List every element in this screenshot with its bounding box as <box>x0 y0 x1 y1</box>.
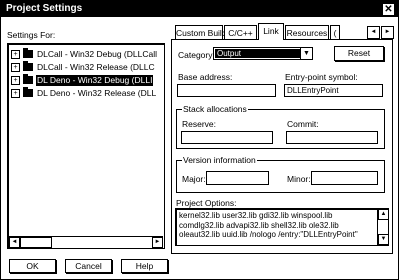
tree-item-label: DL Deno - Win32 Release (DLL <box>37 88 157 98</box>
scroll-up-button[interactable]: ▲ <box>378 209 389 220</box>
tab-c-cpp[interactable]: C/C++ <box>224 25 257 39</box>
vertical-scrollbar[interactable]: ▲ ▼ <box>377 209 389 245</box>
link-tab-panel: Category: Output ▼ Reset Base address: E… <box>171 39 393 254</box>
tab-link[interactable]: Link <box>258 23 284 40</box>
tab-partial[interactable]: ( <box>330 25 340 39</box>
title-bar[interactable]: Project Settings ✕ <box>1 1 398 17</box>
reset-button[interactable]: Reset <box>334 46 384 61</box>
minor-input[interactable] <box>311 171 378 185</box>
help-button[interactable]: Help <box>121 259 168 273</box>
close-button[interactable]: ✕ <box>382 3 395 16</box>
base-address-label: Base address: <box>178 72 233 82</box>
tab-scroll-left-button[interactable]: ◄ <box>367 26 380 39</box>
reserve-label: Reserve: <box>182 119 217 129</box>
project-options-label: Project Options: <box>176 198 237 208</box>
major-input[interactable] <box>206 171 269 185</box>
folder-icon <box>23 48 33 58</box>
settings-for-label: Settings For: <box>7 30 56 40</box>
tab-resources[interactable]: Resources <box>285 25 329 39</box>
scroll-left-button[interactable]: ◄ <box>9 237 20 248</box>
project-settings-dialog: Project Settings ✕ Settings For: + DLCal… <box>0 0 399 280</box>
scroll-thumb[interactable] <box>20 237 52 248</box>
stack-allocations-group: Stack allocations Reserve: Commit: <box>176 104 385 149</box>
folder-icon <box>23 61 33 71</box>
tab-custom-build[interactable]: Custom Build <box>175 25 227 39</box>
project-options-textarea[interactable]: kernel32.lib user32.lib gdi32.lib winspo… <box>175 208 389 246</box>
version-information-group: Version information Major: Minor: <box>176 155 385 193</box>
reserve-input[interactable] <box>181 131 273 144</box>
tree-item-label: DLCall - Win32 Release (DLLC <box>37 62 155 72</box>
scroll-right-button[interactable]: ► <box>152 237 163 248</box>
tab-scroll-right-button[interactable]: ► <box>381 26 394 39</box>
category-label: Category: <box>178 50 215 60</box>
entry-point-input[interactable]: DLLEntryPoint <box>284 84 383 97</box>
folder-icon <box>23 74 33 84</box>
commit-input[interactable] <box>286 131 378 144</box>
chevron-down-icon[interactable]: ▼ <box>300 48 312 59</box>
tree-item-label: DL Deno - Win32 Debug (DLLI <box>36 75 154 86</box>
expand-icon[interactable]: + <box>11 76 20 85</box>
minor-label: Minor: <box>287 174 311 184</box>
expand-icon[interactable]: + <box>11 89 20 98</box>
base-address-input[interactable] <box>177 84 276 97</box>
ok-button[interactable]: OK <box>9 259 56 273</box>
expand-icon[interactable]: + <box>11 50 20 59</box>
scroll-down-button[interactable]: ▼ <box>378 234 389 245</box>
stack-allocations-label: Stack allocations <box>182 104 248 114</box>
configuration-tree[interactable]: + DLCall - Win32 Debug (DLLCall + DLCall… <box>7 43 165 249</box>
cancel-button[interactable]: Cancel <box>65 259 112 273</box>
category-value: Output <box>215 49 300 58</box>
category-dropdown[interactable]: Output ▼ <box>213 47 313 60</box>
version-information-label: Version information <box>182 155 257 165</box>
commit-label: Commit: <box>287 119 319 129</box>
major-label: Major: <box>182 174 206 184</box>
entry-point-label: Entry-point symbol: <box>285 72 358 82</box>
horizontal-scrollbar[interactable]: ◄ ► <box>9 236 163 248</box>
project-options-text: kernel32.lib user32.lib gdi32.lib winspo… <box>179 211 358 239</box>
folder-icon <box>23 87 33 97</box>
expand-icon[interactable]: + <box>11 63 20 72</box>
tree-item-label: DLCall - Win32 Debug (DLLCall <box>37 49 157 59</box>
window-title: Project Settings <box>6 3 83 14</box>
